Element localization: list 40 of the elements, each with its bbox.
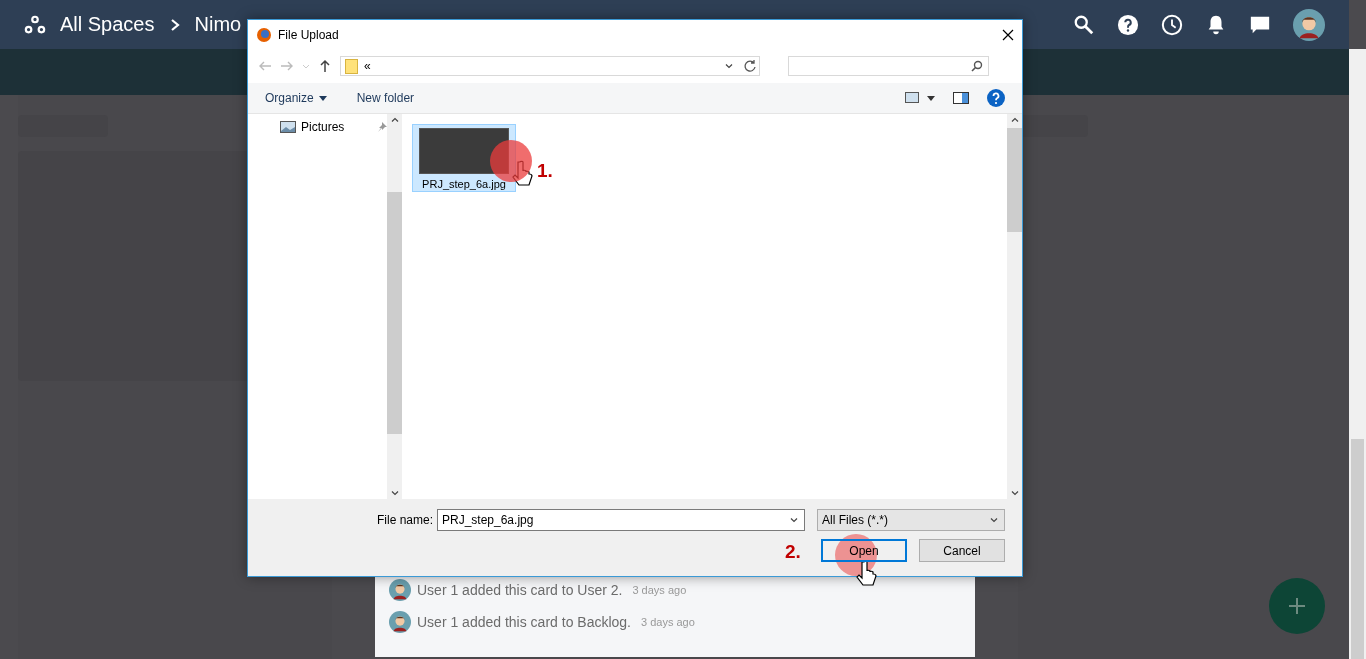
avatar-icon bbox=[389, 579, 411, 601]
nav-item[interactable]: Pictures bbox=[280, 120, 387, 134]
view-picture-icon[interactable] bbox=[905, 92, 935, 104]
nav-scrollbar[interactable] bbox=[387, 114, 402, 499]
command-button[interactable]: New folder bbox=[356, 91, 415, 105]
address-field[interactable]: « bbox=[340, 56, 760, 76]
file-name-field[interactable]: PRJ_step_6a.jpg bbox=[437, 509, 805, 531]
search-icon bbox=[971, 60, 983, 72]
file-name-label: File name: bbox=[376, 513, 433, 527]
file-type-dropdown[interactable]: All Files (*.*) bbox=[817, 509, 1005, 531]
activity-time: 3 days ago bbox=[632, 584, 687, 596]
open-button[interactable]: Open bbox=[821, 539, 907, 562]
search-field[interactable] bbox=[788, 56, 989, 76]
avatar-icon bbox=[389, 611, 411, 633]
plus-icon bbox=[1288, 597, 1306, 615]
dialog-title: File Upload bbox=[278, 27, 339, 42]
avatar-icon bbox=[1293, 8, 1325, 41]
spaces-logo-icon[interactable] bbox=[24, 13, 46, 36]
file-scrollbar[interactable] bbox=[1007, 114, 1022, 499]
browser-logo-icon bbox=[256, 26, 272, 43]
page-scrollbar[interactable] bbox=[1349, 49, 1366, 659]
breadcrumb-link[interactable]: Nimo bbox=[194, 13, 242, 36]
cancel-button[interactable]: Cancel bbox=[919, 539, 1005, 562]
clock-icon[interactable] bbox=[1161, 13, 1183, 36]
activity-time: 3 days ago bbox=[641, 616, 695, 628]
search-icon[interactable] bbox=[1073, 13, 1095, 36]
step-annotation: 2. bbox=[785, 541, 801, 563]
folder-icon bbox=[345, 58, 358, 74]
close-icon[interactable] bbox=[1002, 28, 1014, 41]
pin-icon[interactable] bbox=[377, 122, 387, 132]
activity-text: User 1 added this card to Backlog. bbox=[417, 614, 631, 630]
step-annotation: 1. bbox=[537, 160, 553, 182]
picture-icon bbox=[280, 121, 296, 133]
breadcrumb-link[interactable]: All Spaces bbox=[60, 13, 155, 36]
help-icon[interactable] bbox=[987, 89, 1005, 107]
up-arrow-icon[interactable] bbox=[318, 59, 332, 73]
command-button[interactable]: Organize bbox=[265, 91, 327, 105]
preview-pane-icon[interactable] bbox=[953, 92, 969, 104]
activity-text: User 1 added this card to User 2. bbox=[417, 582, 623, 598]
help-icon[interactable] bbox=[1117, 13, 1139, 36]
